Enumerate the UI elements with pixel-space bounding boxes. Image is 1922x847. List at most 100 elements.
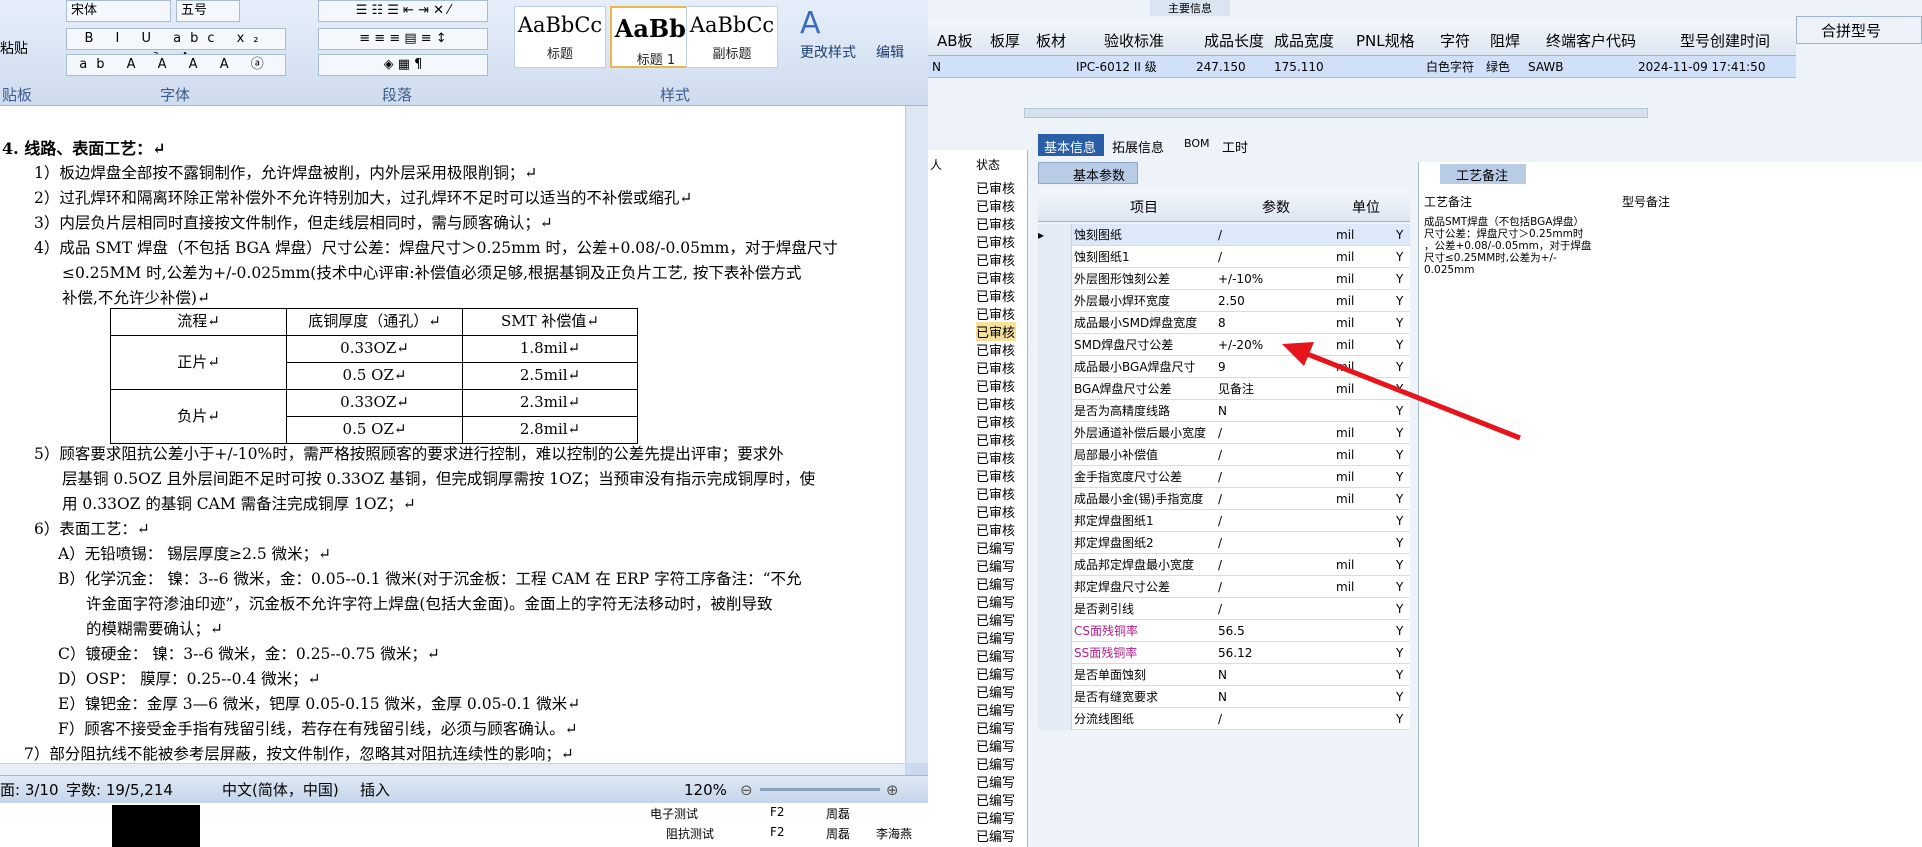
- col-header[interactable]: 参数: [1262, 197, 1290, 217]
- language-indicator[interactable]: 中文(简体，中国): [222, 777, 339, 803]
- shading-buttons[interactable]: ◈ ▦ ¶: [318, 54, 488, 76]
- param-row[interactable]: 金手指宽度尺寸公差 / mil Y: [1038, 466, 1410, 488]
- zoom-out-icon[interactable]: ⊖: [740, 777, 753, 803]
- status-cell: 已审核: [976, 200, 1016, 215]
- param-row[interactable]: ▸ 蚀刻图纸 / mil Y: [1038, 224, 1410, 246]
- status-cell: 已审核: [976, 290, 1016, 305]
- tab-bom[interactable]: BOM: [1184, 137, 1210, 150]
- param-row[interactable]: 是否有缝宽要求 N Y: [1038, 686, 1410, 708]
- cell: N: [932, 60, 941, 74]
- tab-basic-info[interactable]: 基本信息: [1038, 134, 1104, 156]
- col-header[interactable]: 单位: [1352, 197, 1380, 217]
- param-value: N: [1218, 690, 1227, 704]
- col-header[interactable]: 成品长度: [1204, 30, 1264, 51]
- page-indicator[interactable]: 面: 3/10: [0, 777, 59, 803]
- col-header[interactable]: 板厚: [990, 30, 1020, 51]
- compensation-table: 流程↵ 底铜厚度（通孔）↵ SMT 补偿值↵ 正片↵ 0.33OZ↵ 1.8mil↵ 0…: [110, 308, 638, 444]
- param-row[interactable]: 外层图形蚀刻公差 +/-10% mil Y: [1038, 268, 1410, 290]
- row-indicator: [1038, 444, 1072, 466]
- style-title[interactable]: AaBbCc 标题: [514, 6, 606, 68]
- row-indicator: [1038, 466, 1072, 488]
- col-header[interactable]: 字符: [1440, 30, 1470, 51]
- col-header[interactable]: PNL规格: [1356, 30, 1415, 51]
- status-cell: 已审核: [976, 254, 1016, 269]
- param-row[interactable]: 蚀刻图纸1/mil Y: [1038, 246, 1410, 268]
- param-row[interactable]: SS面残铜率 56.12 Y: [1038, 642, 1410, 664]
- word-count[interactable]: 字数: 19/5,214: [66, 777, 173, 803]
- param-value: /: [1218, 602, 1223, 616]
- tab-work-hours[interactable]: 工时: [1222, 137, 1248, 156]
- tree-item[interactable]: 电子测试: [650, 805, 698, 822]
- vertical-scrollbar[interactable]: [905, 106, 928, 763]
- param-row[interactable]: 成品邦定焊盘最小宽度 / mil Y: [1038, 554, 1410, 576]
- param-value: 56.12: [1218, 646, 1253, 660]
- row-indicator: [1038, 554, 1072, 576]
- font-size-select[interactable]: 五号: [176, 0, 240, 22]
- col-header[interactable]: AB板: [937, 30, 973, 51]
- styles-group-label: 样式: [660, 86, 691, 104]
- param-row[interactable]: 邦定焊盘图纸2/Y: [1038, 532, 1410, 554]
- col-header[interactable]: 板材: [1036, 30, 1066, 51]
- tree-user: 周磊: [826, 807, 851, 821]
- cell: 2024-11-09 17:41:50: [1638, 60, 1766, 74]
- col-header[interactable]: 成品宽度: [1274, 30, 1334, 51]
- tree-item[interactable]: 阻抗测试: [666, 825, 714, 842]
- table-header: 流程↵: [110, 308, 287, 336]
- thumbnail: [112, 805, 200, 847]
- grid-horizontal-scrollbar[interactable]: [1024, 108, 1648, 118]
- param-row[interactable]: 外层最小焊环宽度 2.50 mil Y: [1038, 290, 1410, 312]
- merge-model-header[interactable]: 合拼型号: [1796, 16, 1922, 44]
- status-cell: 已编写: [976, 542, 1016, 557]
- change-styles-icon[interactable]: A: [800, 6, 821, 41]
- col-header[interactable]: 终端客户代码: [1546, 30, 1636, 51]
- param-unit: mil: [1336, 272, 1355, 286]
- param-row[interactable]: 是否单面蚀刻 N Y: [1038, 664, 1410, 686]
- style-title-sample: AaBbCc: [517, 13, 603, 37]
- tab-extended-info[interactable]: 拓展信息: [1112, 137, 1164, 156]
- param-flag: Y: [1396, 690, 1404, 704]
- style-subtitle-sample: AaBbCc: [689, 13, 775, 37]
- zoom-in-icon[interactable]: ⊕: [886, 777, 899, 803]
- edit-button[interactable]: 编辑: [876, 42, 904, 62]
- param-row[interactable]: 邦定焊盘图纸1/Y: [1038, 510, 1410, 532]
- align-buttons[interactable]: ≡ ≡ ≡ ▤ ≡ ↕: [318, 28, 488, 50]
- font-name-select[interactable]: 宋体: [66, 0, 171, 22]
- zoom-slider[interactable]: [760, 788, 880, 791]
- section-heading: 4. 线路、表面工艺：↵: [2, 139, 166, 158]
- param-flag: Y: [1396, 272, 1404, 286]
- font-group-label: 字体: [160, 86, 191, 104]
- col-header[interactable]: 项目: [1130, 197, 1158, 217]
- status-cell: 已编写: [976, 740, 1016, 755]
- param-flag: Y: [1396, 712, 1404, 726]
- param-flag: Y: [1396, 580, 1404, 594]
- tab-craft-notes[interactable]: 工艺备注: [1440, 164, 1526, 184]
- document-page[interactable]: 4. 线路、表面工艺：↵ 1）板边焊盘全部按不露铜制作，允许焊盘被削，内外层采用…: [0, 106, 905, 763]
- insert-mode[interactable]: 插入: [360, 777, 390, 803]
- param-row[interactable]: CS面残铜率 56.5 Y: [1038, 620, 1410, 642]
- style-subtitle[interactable]: AaBbCc 副标题: [686, 6, 778, 68]
- table-row-selected[interactable]: N IPC-6012 II 级 247.150 175.110 白色字符 绿色 …: [928, 56, 1796, 78]
- param-row[interactable]: 是否剥引线 / Y: [1038, 598, 1410, 620]
- status-cell: 已审核: [976, 380, 1016, 395]
- zoom-level[interactable]: 120%: [684, 777, 727, 803]
- param-row[interactable]: 分流线图纸 / Y: [1038, 708, 1410, 730]
- paste-label[interactable]: 粘贴: [0, 38, 28, 58]
- font-color-buttons[interactable]: ab A A A A ⓐ: [66, 54, 286, 76]
- col-header[interactable]: 验收标准: [1104, 30, 1164, 51]
- doc-line: 层基铜 0.5OZ 且外层间距不足时可按 0.33OZ 基铜，但完成铜厚需按 1…: [62, 470, 816, 488]
- doc-line: 许金面字符渗油印迹”，沉金板不允许字符上焊盘(包括大金面)。金面上的字符无法移动…: [86, 595, 773, 613]
- table-cell: 2.5mil↵: [462, 362, 638, 390]
- col-header[interactable]: 阻焊: [1490, 30, 1520, 51]
- status-cell: 已编写: [976, 794, 1016, 809]
- change-styles-button[interactable]: 更改样式: [800, 42, 856, 62]
- status-cell: 已审核: [976, 236, 1016, 251]
- status-cell: 已编写: [976, 614, 1016, 629]
- param-row[interactable]: 邦定焊盘尺寸公差 / mil Y: [1038, 576, 1410, 598]
- font-format-buttons[interactable]: B I U abc x₂ x² Aa: [66, 28, 286, 66]
- param-row[interactable]: 成品最小金(锡)手指宽度 / mil Y: [1038, 488, 1410, 510]
- list-header: 状态: [976, 158, 1001, 172]
- horizontal-scrollbar[interactable]: [0, 763, 905, 775]
- col-header[interactable]: 型号创建时间: [1680, 30, 1770, 51]
- list-buttons[interactable]: ☰ ☷ ☰ ⇤ ⇥ ✕ ⁄: [318, 0, 488, 22]
- paragraph-group-label: 段落: [382, 86, 413, 104]
